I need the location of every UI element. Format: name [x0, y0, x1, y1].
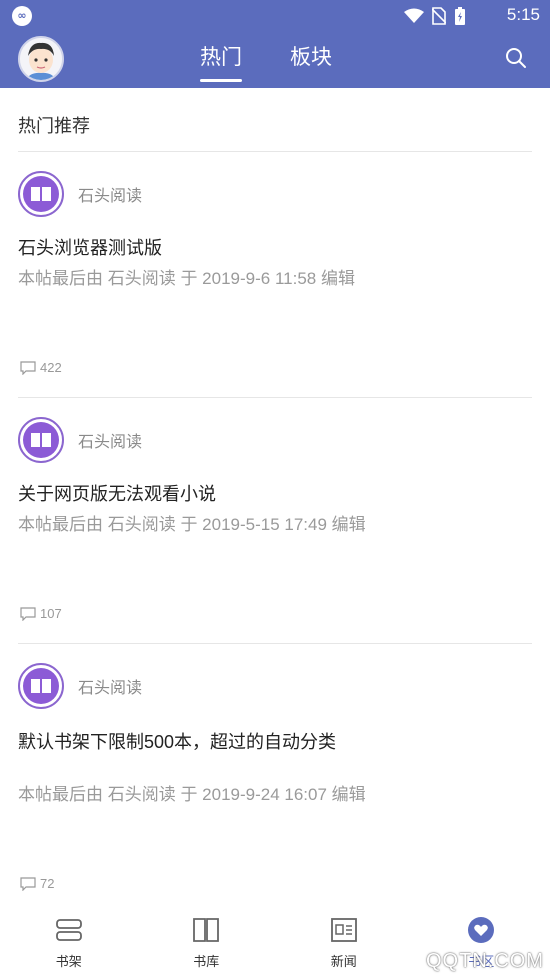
post-comments: 107 [20, 606, 62, 621]
header-tabs: 热门 板块 [200, 32, 332, 88]
tab-hot[interactable]: 热门 [200, 32, 242, 88]
nav-news[interactable]: 新闻 [275, 905, 413, 977]
nav-label: 书库 [193, 954, 220, 969]
user-avatar[interactable] [18, 36, 64, 82]
section-title: 热门推荐 [18, 88, 532, 152]
nav-label: 书架 [55, 954, 82, 969]
post-card[interactable]: 石头阅读 关于网页版无法观看小说 本帖最后由 石头阅读 于 2019-5-15 … [18, 398, 532, 644]
wifi-icon [404, 8, 424, 23]
open-book-icon [31, 433, 51, 447]
post-title[interactable]: 默认书架下限制500本，超过的自动分类 [18, 730, 358, 754]
open-book-icon [31, 679, 51, 693]
post-meta: 本帖最后由 石头阅读 于 2019-5-15 17:49 编辑 [18, 515, 366, 534]
comment-icon [20, 360, 36, 375]
author-logo [18, 663, 64, 709]
community-heart-icon [468, 917, 495, 943]
post-comments: 72 [20, 876, 54, 891]
bookshelf-icon [55, 919, 82, 941]
newspaper-icon [330, 918, 357, 942]
post-meta: 本帖最后由 石头阅读 于 2019-9-6 11:58 编辑 [18, 269, 355, 288]
post-title[interactable]: 石头浏览器测试版 [18, 236, 358, 260]
post-author-row: 石头阅读 [18, 170, 142, 218]
book-library-icon [193, 918, 220, 942]
post-comments: 422 [20, 360, 62, 375]
open-book-icon [31, 187, 51, 201]
tab-boards[interactable]: 板块 [290, 32, 332, 88]
app-notification-icon: ∞ [12, 6, 32, 26]
author-logo [18, 171, 64, 217]
post-author: 石头阅读 [78, 680, 143, 697]
status-bar: ∞ 5:15 [0, 0, 550, 32]
comment-icon [20, 606, 36, 621]
post-title[interactable]: 关于网页版无法观看小说 [18, 482, 358, 506]
nav-label: 新闻 [330, 954, 357, 969]
watermark: QQTN.COM [426, 950, 544, 972]
post-card[interactable]: 石头阅读 默认书架下限制500本，超过的自动分类 本帖最后由 石头阅读 于 20… [18, 644, 532, 905]
comment-count: 72 [40, 876, 55, 891]
top-app-bar: 热门 板块 [0, 32, 550, 88]
search-icon[interactable] [504, 46, 528, 70]
post-author-row: 石头阅读 [18, 662, 142, 710]
nav-library[interactable]: 书库 [138, 905, 276, 977]
post-author-row: 石头阅读 [18, 416, 142, 464]
post-card[interactable]: 石头阅读 石头浏览器测试版 本帖最后由 石头阅读 于 2019-9-6 11:5… [18, 152, 532, 398]
no-sim-icon [432, 7, 446, 25]
status-icons [404, 7, 466, 25]
comment-icon [20, 876, 36, 891]
comment-count: 107 [40, 606, 62, 621]
battery-charging-icon [455, 7, 465, 25]
post-author: 石头阅读 [78, 434, 143, 451]
author-logo [18, 417, 64, 463]
post-author: 石头阅读 [78, 188, 143, 205]
status-time: 5:15 [506, 5, 540, 24]
post-meta: 本帖最后由 石头阅读 于 2019-9-24 16:07 编辑 [18, 785, 366, 804]
avatar-illustration-icon [20, 38, 62, 80]
nav-bookshelf[interactable]: 书架 [0, 905, 138, 977]
comment-count: 422 [40, 360, 62, 375]
